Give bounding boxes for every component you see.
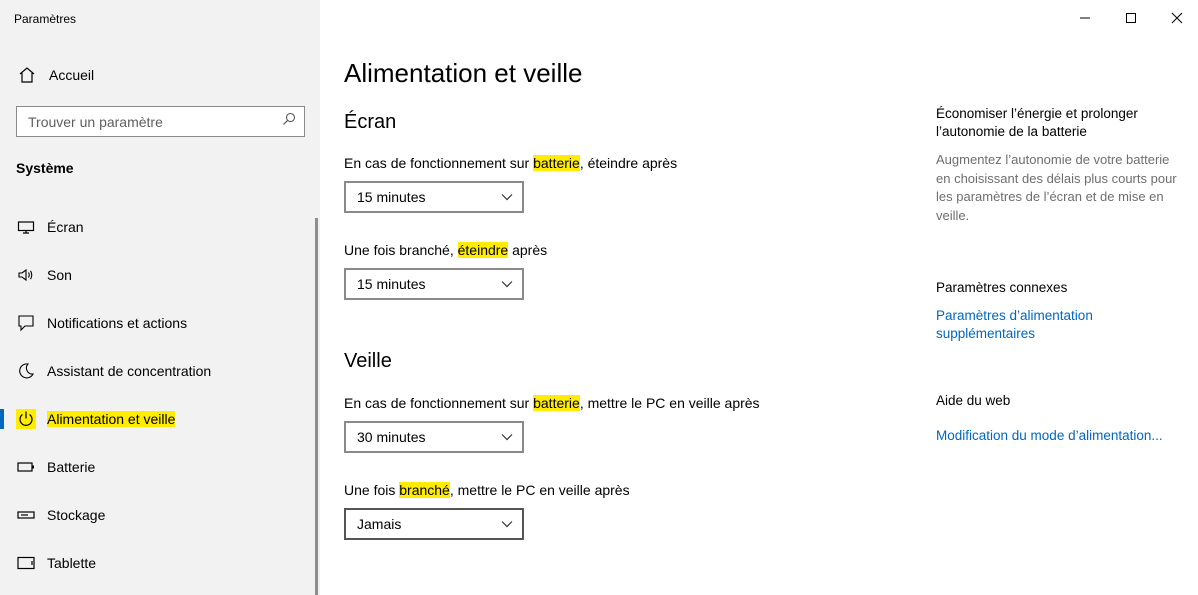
search-input[interactable] (28, 113, 268, 130)
speaker-icon (16, 265, 36, 285)
sleep-battery-dropdown[interactable]: 30 minutes (344, 421, 524, 453)
maximize-button[interactable] (1108, 0, 1154, 36)
sidebar-item-label: Assistant de concentration (47, 363, 212, 379)
sidebar-item-concentration[interactable]: Assistant de concentration (0, 347, 315, 395)
monitor-icon (16, 217, 36, 237)
sidebar-item-label: Son (47, 267, 72, 283)
additional-power-settings-link[interactable]: Paramètres d’alimentation supplémentaire… (936, 307, 1136, 343)
sidebar-scrollbar[interactable] (315, 218, 318, 595)
home-nav-item[interactable]: Accueil (16, 64, 94, 86)
section-title-sleep: Veille (344, 350, 392, 372)
sleep-plugged-dropdown[interactable]: Jamais (344, 508, 524, 540)
chevron-down-icon (501, 521, 513, 528)
chevron-down-icon (501, 434, 513, 441)
dropdown-value: Jamais (357, 516, 402, 532)
screen-plugged-dropdown[interactable]: 15 minutes (344, 268, 524, 300)
sidebar-item-alimentation[interactable]: Alimentation et veille (0, 395, 315, 443)
search-box[interactable] (16, 106, 305, 137)
home-icon (16, 64, 38, 86)
sleep-plugged-label: Une fois branché, mettre le PC en veille… (344, 482, 630, 498)
sidebar-item-label: Batterie (47, 459, 96, 475)
dropdown-value: 15 minutes (357, 189, 426, 205)
close-icon (1171, 12, 1183, 24)
close-button[interactable] (1154, 0, 1198, 36)
screen-battery-dropdown[interactable]: 15 minutes (344, 181, 524, 213)
web-help-title: Aide du web (936, 393, 1011, 408)
moon-icon (16, 361, 36, 381)
battery-icon (16, 457, 36, 477)
minimize-button[interactable] (1062, 0, 1108, 36)
dropdown-value: 15 minutes (357, 276, 426, 292)
sleep-battery-label: En cas de fonctionnement sur batterie, m… (344, 395, 760, 411)
app-title: Paramètres (14, 12, 77, 26)
sidebar-item-tablette[interactable]: Tablette (0, 539, 315, 587)
power-mode-help-link[interactable]: Modification du mode d’alimentation... (936, 427, 1181, 445)
screen-battery-label: En cas de fonctionnement sur batterie, é… (344, 155, 678, 171)
chevron-down-icon (501, 194, 513, 201)
group-title: Système (16, 160, 74, 176)
save-energy-title: Économiser l’énergie et prolonger l’auto… (936, 106, 1138, 139)
storage-icon (16, 505, 36, 525)
sidebar-item-notifications[interactable]: Notifications et actions (0, 299, 315, 347)
search-icon[interactable] (282, 112, 296, 131)
home-label: Accueil (49, 67, 95, 83)
power-icon (16, 409, 36, 429)
sidebar-item-batterie[interactable]: Batterie (0, 443, 315, 491)
sidebar-item-label: Tablette (47, 555, 97, 571)
sidebar-item-label: Écran (47, 219, 84, 235)
sidebar-item-label: Stockage (47, 507, 106, 523)
page-title: Alimentation et veille (344, 58, 583, 88)
sidebar-item-son[interactable]: Son (0, 251, 315, 299)
sidebar-item-label: Alimentation et veille (47, 411, 176, 427)
tablet-icon (16, 553, 36, 573)
sidebar-nav: Écran Son Notifications et actions Assis… (0, 203, 315, 587)
sidebar-item-ecran[interactable]: Écran (0, 203, 315, 251)
related-settings-title: Paramètres connexes (936, 280, 1068, 295)
maximize-icon (1126, 13, 1136, 23)
sidebar-item-stockage[interactable]: Stockage (0, 491, 315, 539)
notification-icon (16, 313, 36, 333)
save-energy-text: Augmentez l’autonomie de votre batterie … (936, 152, 1177, 223)
screen-plugged-label: Une fois branché, éteindre après (344, 242, 548, 258)
sidebar: Paramètres Accueil Système Écran Son (0, 0, 320, 595)
minimize-icon (1080, 17, 1090, 19)
sidebar-item-label: Notifications et actions (47, 315, 188, 331)
chevron-down-icon (501, 281, 513, 288)
section-title-screen: Écran (344, 111, 397, 133)
dropdown-value: 30 minutes (357, 429, 426, 445)
